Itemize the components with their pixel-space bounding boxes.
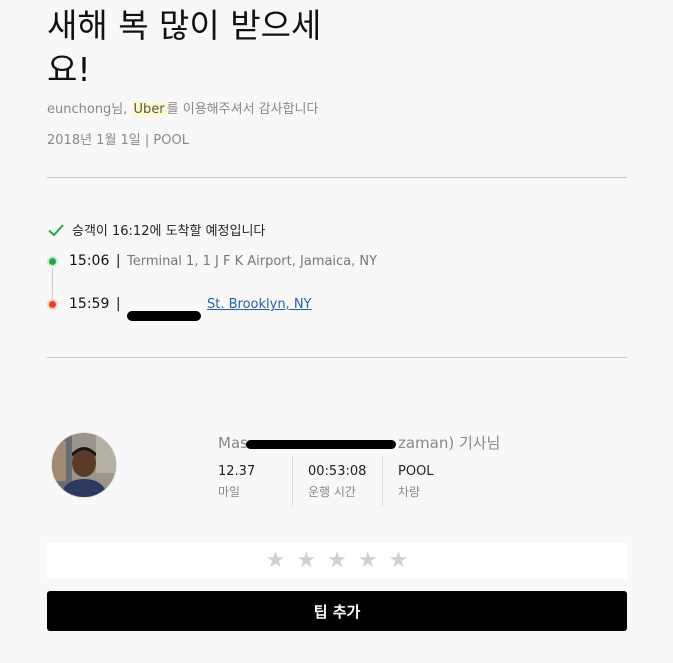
pickup-stop: 15:06 | Terminal 1, 1 J F K Airport, Jam… (69, 253, 377, 269)
divider (47, 177, 627, 178)
pickup-time: 15:06 (69, 253, 110, 269)
stat-label: 운행 시간 (308, 485, 356, 499)
route-connector (52, 268, 53, 302)
pickup-dot-icon (47, 256, 58, 267)
star-1-icon[interactable]: ★ (266, 550, 286, 572)
greeting-prefix: eunchong님, (47, 102, 132, 117)
stat-distance: 12.37 마일 (218, 456, 292, 506)
dropoff-dot-icon (47, 299, 58, 310)
brand-highlight: Uber (131, 102, 167, 117)
star-2-icon[interactable]: ★ (296, 550, 316, 572)
stat-duration: 00:53:08 운행 시간 (292, 456, 382, 506)
eta-text: 승객이 16:12에 도착할 예정입니다 (72, 224, 266, 239)
trip-stats: 12.37 마일 00:53:08 운행 시간 POOL 차량 (218, 456, 462, 506)
pickup-separator: | (115, 253, 121, 269)
star-3-icon[interactable]: ★ (327, 550, 347, 572)
dropoff-address-link[interactable]: St. Brooklyn, NY (126, 297, 312, 321)
greeting-suffix: 를 이용해주셔서 감사합니다 (166, 102, 319, 117)
add-tip-button[interactable]: 팁 추가 (47, 591, 627, 631)
dropoff-separator: | (115, 296, 121, 312)
redaction-mark (126, 311, 201, 321)
star-rating: ★ ★ ★ ★ ★ (47, 543, 627, 579)
driver-name: Mas zaman) 기사님 (218, 432, 500, 453)
greeting: eunchong님, Uber 를 이용해주셔서 감사합니다 (47, 98, 318, 117)
stat-value: 12.37 (218, 464, 256, 479)
trip-meta: 2018년 1월 1일 | POOL (47, 133, 189, 148)
divider (47, 357, 627, 358)
stat-value: POOL (398, 464, 434, 479)
check-icon (48, 223, 64, 236)
dropoff-time: 15:59 (69, 296, 110, 312)
star-4-icon[interactable]: ★ (358, 550, 378, 572)
dropoff-stop: 15:59 | St. Brooklyn, NY (69, 296, 312, 321)
stat-vehicle: POOL 차량 (382, 456, 462, 506)
pickup-address: Terminal 1, 1 J F K Airport, Jamaica, NY (126, 254, 378, 269)
driver-name-end: zaman) 기사님 (397, 434, 501, 452)
stat-label: 차량 (398, 485, 421, 499)
headline: 새해 복 많이 받으세요! (47, 6, 322, 89)
dropoff-address: St. Brooklyn, NY (206, 297, 312, 312)
star-5-icon[interactable]: ★ (389, 550, 409, 572)
eta-row: 승객이 16:12에 도착할 예정입니다 (47, 220, 265, 239)
stat-label: 마일 (218, 485, 241, 499)
driver-name-start: Mas (218, 434, 248, 452)
stat-value: 00:53:08 (308, 464, 367, 479)
driver-photo (52, 433, 116, 497)
driver-avatar (51, 432, 117, 498)
redaction-mark (245, 440, 396, 449)
